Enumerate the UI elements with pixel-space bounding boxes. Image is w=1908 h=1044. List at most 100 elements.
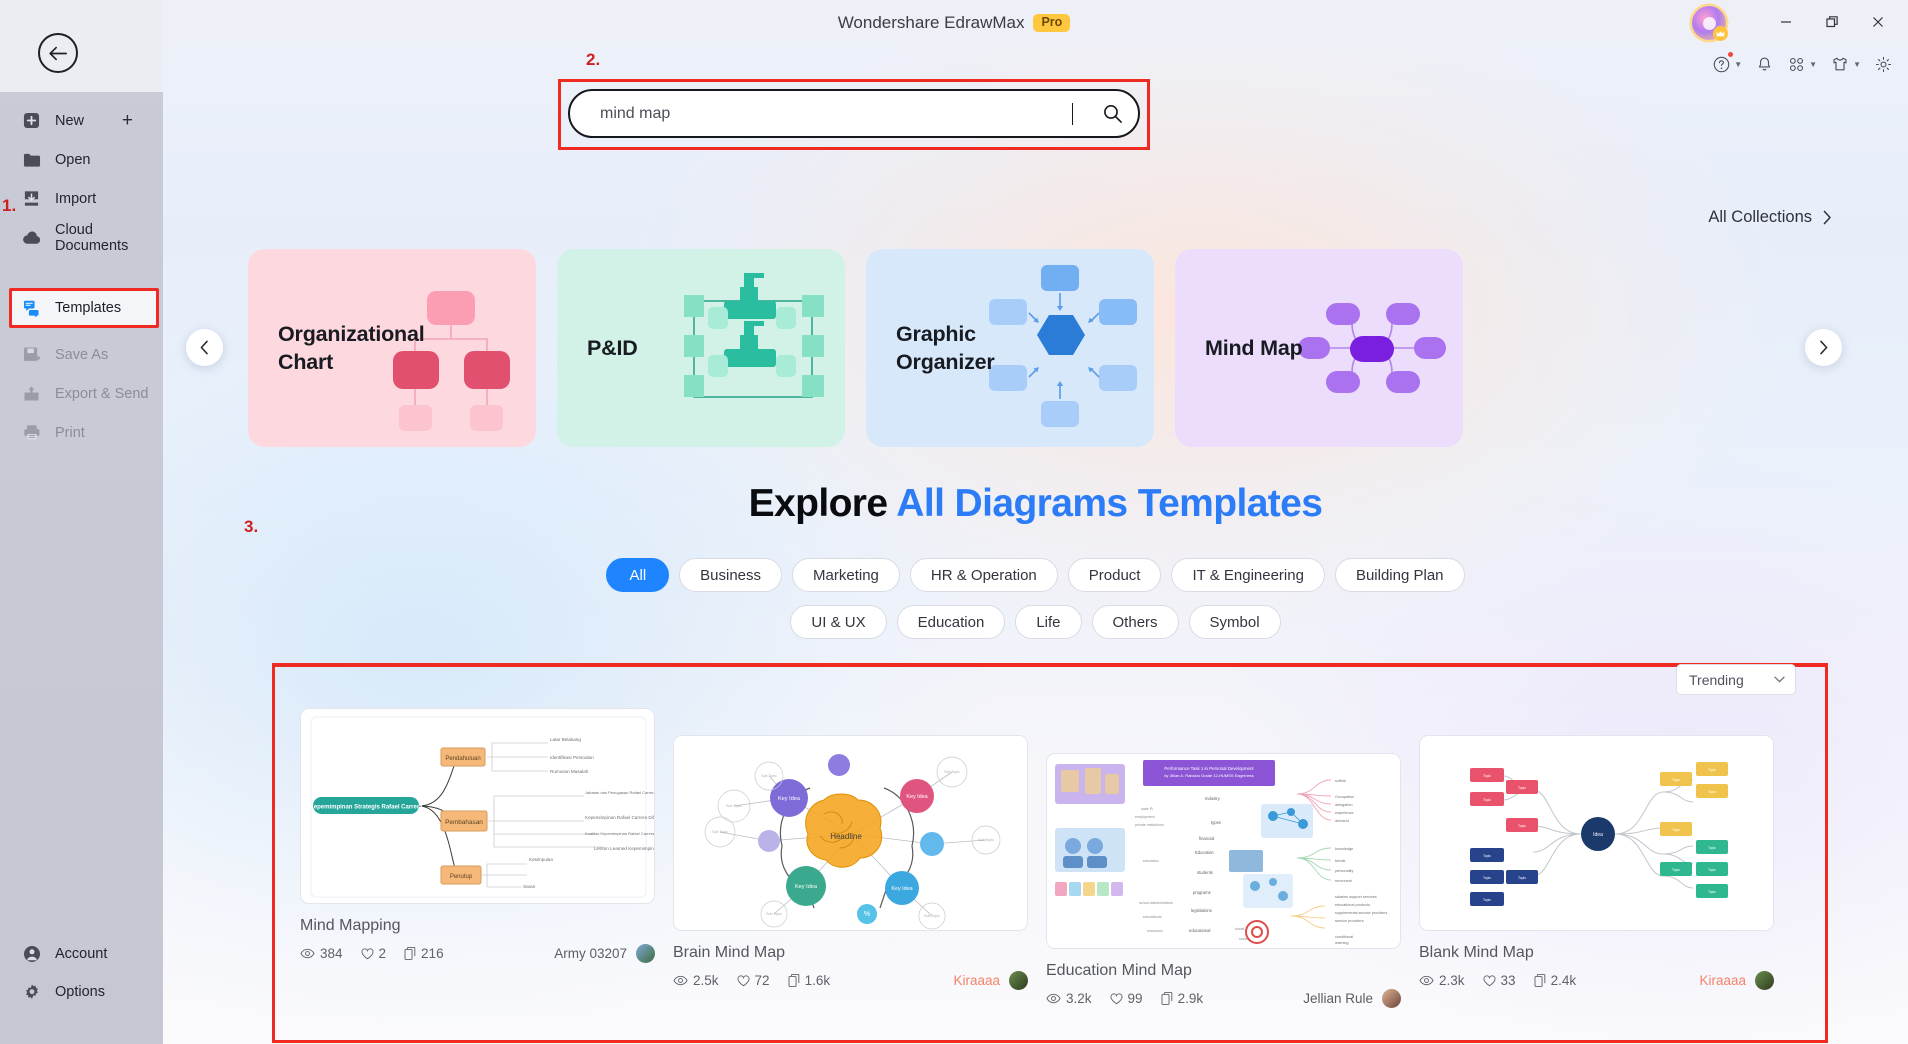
filter-chip-building-plan[interactable]: Building Plan [1334, 558, 1465, 592]
svg-text:Topic: Topic [1708, 868, 1716, 872]
window-controls [1764, 6, 1900, 38]
svg-text:conditional: conditional [1335, 935, 1353, 939]
category-card-organizational-chart[interactable]: Organizational Chart [248, 249, 536, 447]
category-card-mind-map[interactable]: Mind Map [1175, 249, 1463, 447]
template-grid: Kepemimpinan Strategis Rafael Carrera Pe… [300, 708, 1800, 1008]
template-card[interactable]: Kepemimpinan Strategis Rafael Carrera Pe… [300, 708, 655, 1008]
sort-value: Trending [1689, 671, 1744, 688]
restore-button[interactable] [1810, 6, 1854, 38]
template-card[interactable]: Performance Task 1 in Personal Developme… [1046, 753, 1401, 1008]
template-author[interactable]: Jellian Rule [1303, 991, 1373, 1006]
all-collections-link[interactable]: All Collections [1708, 208, 1832, 227]
copy-icon [1161, 992, 1173, 1005]
templates-highlight-box [9, 288, 159, 328]
filter-chip-business[interactable]: Business [679, 558, 783, 592]
all-collections-label: All Collections [1708, 208, 1812, 226]
marker-1: 1. [2, 196, 17, 215]
sidebar-item-cloud-documents[interactable]: Cloud Documents [0, 218, 163, 257]
author-avatar[interactable] [1382, 989, 1401, 1008]
svg-text:educational products: educational products [1335, 903, 1370, 907]
svg-text:Education: Education [1195, 850, 1214, 855]
close-button[interactable] [1856, 6, 1900, 38]
svg-text:Kepemimpinan Strategis Rafael: Kepemimpinan Strategis Rafael Carrera [309, 805, 423, 811]
minimize-button[interactable] [1764, 6, 1808, 38]
brain-mind-map-thumb[interactable]: Headline Key Idea Key Idea Key Idea Key … [673, 735, 1028, 931]
settings-button[interactable] [1869, 50, 1898, 78]
svg-text:social: social [1235, 927, 1244, 931]
template-author[interactable]: Kiraaaa [953, 973, 1000, 988]
eye-icon [1046, 993, 1061, 1004]
filter-chip-ui-ux[interactable]: UI & UX [790, 605, 887, 639]
mind-mapping-thumb[interactable]: Kepemimpinan Strategis Rafael Carrera Pe… [300, 708, 655, 904]
svg-text:types: types [1211, 820, 1221, 825]
search-icon [1103, 105, 1122, 123]
search-bar[interactable]: mind map [568, 89, 1140, 138]
category-card-title: P&ID [587, 335, 638, 360]
sidebar-item-import[interactable]: Import [0, 179, 163, 218]
blank-mind-map-thumb[interactable]: Idea Topic Topic Topic Topic Topic Topic… [1419, 735, 1774, 931]
eye-icon [673, 975, 688, 986]
chevron-down-icon: ▼ [1853, 59, 1861, 69]
svg-text:Sub Topic: Sub Topic [726, 804, 742, 808]
template-card[interactable]: Headline Key Idea Key Idea Key Idea Key … [673, 735, 1028, 1008]
education-mind-map-thumb[interactable]: Performance Task 1 in Personal Developme… [1046, 753, 1401, 949]
svg-text:Kepemimpinan Rafael Carrera Di: Kepemimpinan Rafael Carrera Dihadapkan P… [585, 815, 655, 820]
svg-text:Topic: Topic [1518, 786, 1526, 790]
explore-prefix: Explore [748, 482, 888, 525]
filter-chip-life[interactable]: Life [1015, 605, 1082, 639]
svg-text:Saran: Saran [523, 884, 536, 889]
svg-text:employment: employment [1135, 815, 1155, 819]
sidebar-item-options[interactable]: Options [0, 973, 163, 1011]
filter-chip-marketing[interactable]: Marketing [792, 558, 900, 592]
svg-text:education: education [1143, 859, 1159, 863]
svg-text:educational: educational [1189, 928, 1210, 933]
filter-row-1: All Business Marketing HR & Operation Pr… [163, 558, 1908, 592]
marker-2: 2. [586, 50, 601, 69]
search-input[interactable]: mind map [570, 105, 1072, 123]
author-avatar[interactable] [636, 944, 655, 963]
sort-dropdown[interactable]: Trending [1676, 664, 1796, 695]
apps-button[interactable]: ▼ [1782, 50, 1822, 78]
svg-text:Topic: Topic [1483, 774, 1491, 778]
svg-text:Headline: Headline [830, 832, 862, 841]
filter-chip-product[interactable]: Product [1067, 558, 1162, 592]
filter-chip-all[interactable]: All [606, 558, 670, 592]
search-button[interactable] [1086, 103, 1138, 124]
svg-text:Sub Topic: Sub Topic [924, 914, 940, 918]
filter-chip-it-engineering[interactable]: IT & Engineering [1171, 558, 1325, 592]
account-icon [22, 945, 41, 964]
carousel-prev-button[interactable] [186, 329, 223, 366]
carousel-next-button[interactable] [1805, 329, 1842, 366]
svg-text:Performance Task 1 in Personal: Performance Task 1 in Personal Developme… [1164, 766, 1254, 771]
category-card-graphic-organizer[interactable]: Graphic Organizer [866, 249, 1154, 447]
template-title: Education Mind Map [1046, 962, 1192, 979]
template-author[interactable]: Army 03207 [554, 946, 627, 961]
notifications-button[interactable] [1750, 50, 1779, 78]
filter-chip-education[interactable]: Education [896, 605, 1006, 639]
category-card-pid[interactable]: P&ID [557, 249, 845, 447]
filter-chip-symbol[interactable]: Symbol [1188, 605, 1281, 639]
new-plus-icon[interactable]: + [122, 111, 133, 130]
author-avatar[interactable] [1755, 971, 1774, 990]
theme-button[interactable]: ▼ [1825, 50, 1866, 78]
filter-chip-hr-operation[interactable]: HR & Operation [909, 558, 1058, 592]
template-author[interactable]: Kiraaaa [1699, 973, 1746, 988]
svg-text:service providers: service providers [1335, 919, 1364, 923]
sidebar-bottom-nav: Account Options [0, 935, 163, 1011]
heart-icon [1483, 974, 1496, 987]
mind-map-art-icon [1296, 249, 1451, 447]
sidebar-item-label: Account [55, 946, 108, 962]
svg-text:Topic: Topic [1708, 846, 1716, 850]
print-icon [22, 423, 41, 442]
template-card[interactable]: Idea Topic Topic Topic Topic Topic Topic… [1419, 735, 1774, 1008]
sidebar-item-open[interactable]: Open [0, 140, 163, 179]
svg-text:Idea: Idea [1593, 832, 1603, 838]
help-button[interactable]: ▼ [1707, 50, 1747, 78]
app-title: Wondershare EdrawMax [837, 13, 1025, 32]
crown-badge-icon [1713, 26, 1728, 41]
views-count: 384 [320, 946, 343, 961]
sidebar-item-account[interactable]: Account [0, 935, 163, 973]
filter-chip-others[interactable]: Others [1091, 605, 1179, 639]
author-avatar[interactable] [1009, 971, 1028, 990]
sidebar-item-new[interactable]: New + [0, 101, 163, 140]
